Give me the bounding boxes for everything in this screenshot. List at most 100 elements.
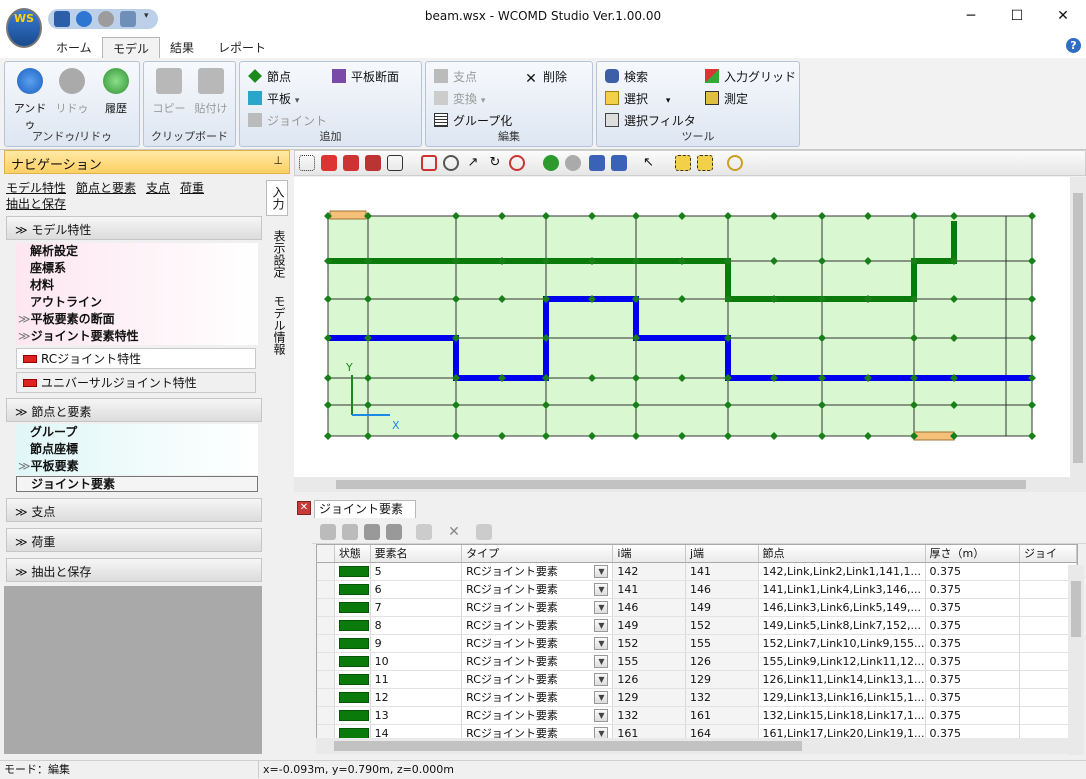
thickness-cell[interactable]: 0.375 <box>925 670 1020 689</box>
name-cell[interactable]: 6 <box>370 580 463 599</box>
redo-button[interactable]: リドゥ <box>53 68 91 116</box>
nav-link-model-props[interactable]: モデル特性 <box>6 180 66 196</box>
status-cell[interactable] <box>334 562 371 581</box>
view-front-icon[interactable] <box>343 155 359 171</box>
j-end-cell[interactable]: 155 <box>685 634 759 653</box>
help-icon[interactable]: ? <box>1066 38 1081 53</box>
nav-link-loads[interactable]: 荷重 <box>180 180 204 196</box>
pin-icon[interactable]: ⊥ <box>273 154 283 167</box>
grid-horizontal-scrollbar[interactable] <box>316 738 1068 754</box>
status-cell[interactable] <box>334 580 371 599</box>
type-dropdown-icon[interactable]: ▼ <box>594 583 609 596</box>
view-iso-icon[interactable] <box>321 155 337 171</box>
select-pointer-icon[interactable]: ↖ <box>643 155 659 171</box>
name-cell[interactable]: 11 <box>370 670 463 689</box>
name-cell[interactable]: 12 <box>370 688 463 707</box>
i-end-cell[interactable]: 149 <box>612 616 686 635</box>
nodes-cell[interactable]: 126,Link11,Link14,Link13,1... <box>758 670 926 689</box>
j-end-cell[interactable]: 152 <box>685 616 759 635</box>
table-row[interactable]: 8 RCジョイント要素 ▼ 149 152 149,Link5,Link8,Link7,1… <box>317 616 1077 635</box>
pan-icon[interactable]: ↗ <box>465 155 481 171</box>
section-loads[interactable]: ≫ 荷重 <box>6 528 262 552</box>
rc-joint-props-item[interactable]: RCジョイント特性 <box>16 348 256 369</box>
search-button[interactable]: 検索 <box>605 68 648 86</box>
table-row[interactable]: 9 RCジョイント要素 ▼ 152 155 152,Link7,Link10,Link9,… <box>317 634 1077 653</box>
status-cell[interactable] <box>334 652 371 671</box>
table-row[interactable]: 5 RCジョイント要素 ▼ 142 141 142,Link,Link2,Link1,14… <box>317 562 1077 581</box>
name-cell[interactable]: 8 <box>370 616 463 635</box>
app-logo[interactable]: WS <box>6 8 42 48</box>
status-cell[interactable] <box>334 598 371 617</box>
nodes-cell[interactable]: 129,Link13,Link16,Link15,1... <box>758 688 926 707</box>
thickness-cell[interactable]: 0.375 <box>925 688 1020 707</box>
status-cell[interactable] <box>334 688 371 707</box>
section-supports[interactable]: ≫ 支点 <box>6 498 262 522</box>
nodes-cell[interactable]: 155,Link9,Link12,Link11,12... <box>758 652 926 671</box>
delete-button[interactable]: ✕ 削除 <box>524 68 567 86</box>
nav-item-materials[interactable]: 材料 <box>16 277 258 294</box>
universal-joint-props-item[interactable]: ユニバーサルジョイント特性 <box>16 372 256 393</box>
table-row[interactable]: 10 RCジョイント要素 ▼ 155 126 155,Link9,Link12,Link1… <box>317 652 1077 671</box>
type-cell[interactable]: RCジョイント要素 ▼ <box>461 562 614 581</box>
name-cell[interactable]: 13 <box>370 706 463 725</box>
nav-link-nodes-elements[interactable]: 節点と要素 <box>76 180 136 196</box>
tab-home[interactable]: ホーム <box>46 37 102 58</box>
type-dropdown-icon[interactable]: ▼ <box>594 619 609 632</box>
type-cell[interactable]: RCジョイント要素 ▼ <box>461 706 614 725</box>
row-header[interactable] <box>317 706 335 725</box>
name-cell[interactable]: 9 <box>370 634 463 653</box>
canvas-vscroll-thumb[interactable] <box>1073 193 1083 463</box>
tab-joint-elements[interactable]: ジョイント要素 <box>314 500 416 531</box>
view-side-icon[interactable] <box>365 155 381 171</box>
sort-icon[interactable] <box>416 524 432 540</box>
row-header[interactable] <box>317 670 335 689</box>
table-row[interactable]: 12 RCジョイント要素 ▼ 129 132 129,Link13,Link16,Link… <box>317 688 1077 707</box>
nodes-cell[interactable]: 146,Link3,Link6,Link5,149,... <box>758 598 926 617</box>
forward-icon[interactable] <box>565 155 581 171</box>
name-cell[interactable]: 7 <box>370 598 463 617</box>
i-end-cell[interactable]: 129 <box>612 688 686 707</box>
col-header-j-end[interactable]: j端 <box>685 545 759 563</box>
select-dropdown-icon[interactable]: ▾ <box>666 96 671 106</box>
i-end-cell[interactable]: 132 <box>612 706 686 725</box>
type-cell[interactable]: RCジョイント要素 ▼ <box>461 580 614 599</box>
section-extract-save[interactable]: ≫ 抽出と保存 <box>6 558 262 582</box>
nav-item-group[interactable]: グループ <box>16 424 258 441</box>
target-icon[interactable] <box>509 155 525 171</box>
measure-button[interactable]: 測定 <box>705 90 748 108</box>
model-view-svg[interactable]: YX <box>294 177 1070 477</box>
type-cell[interactable]: RCジョイント要素 ▼ <box>461 670 614 689</box>
nav-item-joint-props[interactable]: ≫ジョイント要素特性 <box>16 328 258 345</box>
thickness-cell[interactable]: 0.375 <box>925 580 1020 599</box>
row-header[interactable] <box>317 616 335 635</box>
section-model-props[interactable]: ≫ モデル特性 <box>6 216 262 240</box>
plate-button[interactable]: 平板 ▾ <box>248 90 299 108</box>
type-dropdown-icon[interactable]: ▼ <box>594 691 609 704</box>
nav-item-outline[interactable]: アウトライン <box>16 294 258 311</box>
plate-region[interactable] <box>327 215 1033 437</box>
panel-close-icon[interactable]: ✕ <box>297 501 311 515</box>
status-cell[interactable] <box>334 670 371 689</box>
rotate-icon[interactable]: ↻ <box>487 155 503 171</box>
delete-row-icon[interactable]: ✕ <box>446 524 462 540</box>
col-header-type[interactable]: タイプ <box>461 545 614 563</box>
j-end-cell[interactable]: 132 <box>685 688 759 707</box>
side-tab-input[interactable]: 入力 <box>266 180 288 216</box>
j-end-cell[interactable]: 129 <box>685 670 759 689</box>
nav-item-plate-section[interactable]: ≫平板要素の断面 <box>16 311 258 328</box>
search-icon[interactable] <box>727 155 743 171</box>
row-header[interactable] <box>317 688 335 707</box>
view-wire-icon[interactable] <box>387 155 403 171</box>
grid-vscroll-thumb[interactable] <box>1071 581 1081 637</box>
type-dropdown-icon[interactable]: ▼ <box>594 637 609 650</box>
type-cell[interactable]: RCジョイント要素 ▼ <box>461 616 614 635</box>
renumber-icon[interactable] <box>476 524 492 540</box>
j-end-cell[interactable]: 141 <box>685 562 759 581</box>
support-pad[interactable] <box>913 431 955 441</box>
status-cell[interactable] <box>334 706 371 725</box>
thickness-cell[interactable]: 0.375 <box>925 634 1020 653</box>
zoom-window-icon[interactable] <box>421 155 437 171</box>
type-dropdown-icon[interactable]: ▼ <box>594 565 609 578</box>
thickness-cell[interactable]: 0.375 <box>925 616 1020 635</box>
col-header-nodes[interactable]: 節点 <box>758 545 926 563</box>
